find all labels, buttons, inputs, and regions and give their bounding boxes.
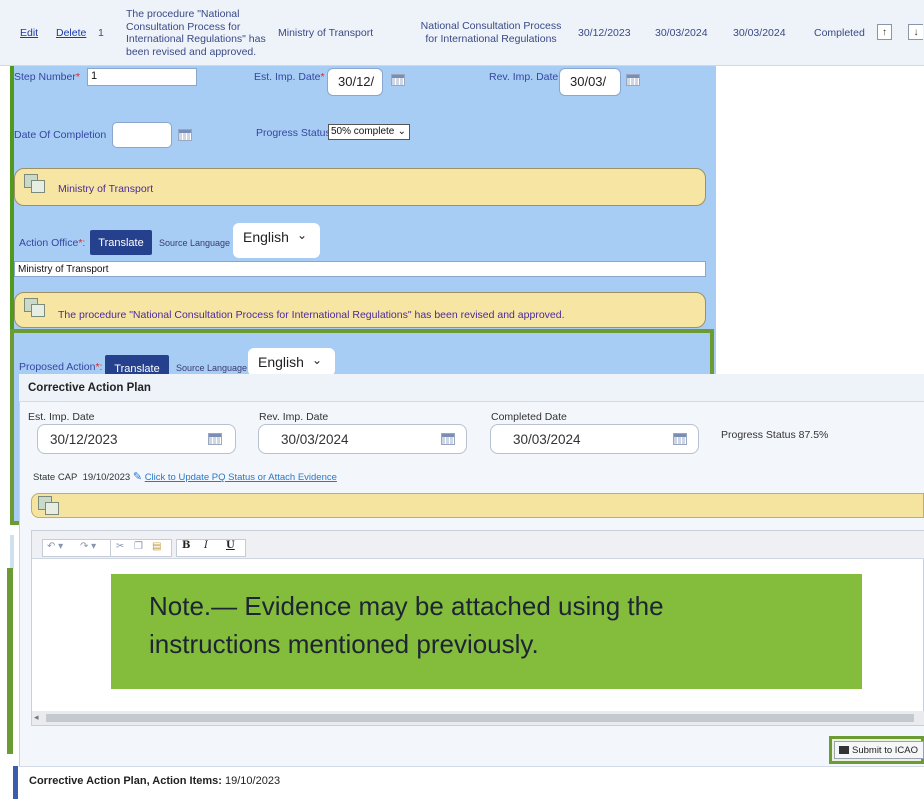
calendar-icon[interactable] bbox=[673, 433, 687, 445]
rev-date-cell: 30/03/2024 bbox=[655, 27, 708, 39]
description-line: The procedure "National bbox=[126, 8, 240, 20]
title-cell: National Consultation Process for Intern… bbox=[412, 0, 570, 66]
step-number-input[interactable]: 1 bbox=[87, 68, 197, 86]
office-cell: Ministry of Transport bbox=[278, 27, 374, 39]
progress-status-label: Progress Status bbox=[256, 127, 331, 139]
left-accent-green bbox=[7, 568, 13, 754]
edit-cell: Edit bbox=[20, 0, 38, 66]
translate-button[interactable]: Translate bbox=[90, 230, 152, 255]
description-cell: The procedure "National Consultation Pro… bbox=[126, 0, 276, 66]
required-mark: * bbox=[320, 71, 325, 83]
cap-completed-date-label: Completed Date bbox=[491, 411, 567, 423]
action-table-row: Edit Delete 1 The procedure "National Co… bbox=[0, 0, 924, 66]
rev-imp-date-input[interactable]: 30/03/ bbox=[559, 68, 621, 96]
scrollbar-thumb[interactable] bbox=[46, 714, 914, 722]
cut-icon[interactable]: ✂ bbox=[116, 541, 124, 552]
edit-icon[interactable]: ✎ bbox=[133, 471, 142, 483]
save-icon bbox=[839, 746, 849, 754]
delete-link[interactable]: Delete bbox=[56, 27, 86, 39]
description-line: been revised and approved. bbox=[126, 45, 257, 58]
source-language-select[interactable]: English ⌄ bbox=[233, 223, 320, 258]
state-cap-line: State CAP 19/10/2023 ✎ Click to Update P… bbox=[33, 470, 337, 483]
italic-button[interactable]: I bbox=[204, 540, 208, 551]
state-cap-date: 19/10/2023 bbox=[82, 472, 131, 483]
calendar-icon[interactable] bbox=[208, 433, 222, 445]
submit-label: Submit to ICAO bbox=[852, 744, 918, 756]
title-line: for International Regulations bbox=[425, 32, 557, 45]
description-line: Consultation Process for bbox=[126, 20, 241, 33]
step-number-label-text: Step Number bbox=[14, 71, 76, 83]
move-up-button[interactable]: ↑ bbox=[877, 24, 892, 40]
step-number-cell: 1 bbox=[98, 27, 104, 39]
progress-status-value: 50% complete bbox=[331, 126, 395, 137]
edit-link[interactable]: Edit bbox=[20, 27, 38, 39]
cap-action-items-date: 19/10/2023 bbox=[225, 775, 281, 787]
date-of-completion-input[interactable] bbox=[112, 122, 172, 148]
cap-est-date-input[interactable]: 30/12/2023 bbox=[37, 424, 236, 454]
status-cell: Completed bbox=[814, 27, 865, 39]
est-imp-date-input[interactable]: 30/12/ bbox=[327, 68, 383, 96]
scroll-left-icon[interactable]: ◂ bbox=[34, 712, 39, 723]
left-accent-light bbox=[10, 535, 14, 569]
copy-icon[interactable]: ❐ bbox=[134, 541, 143, 552]
bold-button[interactable]: B bbox=[182, 540, 190, 551]
calendar-icon[interactable] bbox=[391, 74, 405, 86]
note-line: instructions mentioned previously. bbox=[149, 629, 539, 659]
cap-title: Corrective Action Plan bbox=[28, 382, 151, 394]
progress-status-select[interactable]: 50% complete ⌄ bbox=[328, 124, 410, 140]
description-line: International Regulations" has bbox=[126, 33, 266, 45]
redo-icon[interactable]: ↷ ▾ bbox=[80, 541, 96, 552]
document-icon bbox=[24, 174, 46, 194]
cap-header bbox=[19, 374, 924, 402]
cap-rev-date-label: Rev. Imp. Date bbox=[259, 411, 329, 423]
delete-cell: Delete bbox=[56, 0, 86, 66]
submit-to-icao-button[interactable]: Submit to ICAO bbox=[834, 741, 924, 759]
undo-icon[interactable]: ↶ ▾ bbox=[47, 541, 63, 552]
cap-evidence-box bbox=[31, 493, 924, 518]
document-icon bbox=[38, 496, 60, 516]
action-office-label-text: Action Office bbox=[19, 237, 79, 249]
est-imp-date-label: Est. Imp. Date* bbox=[254, 71, 325, 83]
est-date-cell: 30/12/2023 bbox=[578, 27, 631, 39]
bottom-left-accent bbox=[13, 766, 18, 799]
est-imp-date-label-text: Est. Imp. Date bbox=[254, 71, 321, 83]
cap-action-items-row: Corrective Action Plan, Action Items: 19… bbox=[19, 766, 924, 799]
action-office-label: Action Office*: bbox=[19, 237, 85, 249]
update-pq-status-link[interactable]: Click to Update PQ Status or Attach Evid… bbox=[145, 472, 337, 483]
required-mark: * bbox=[75, 71, 80, 83]
cap-action-items-label: Corrective Action Plan, Action Items: bbox=[29, 775, 222, 787]
action-office-input[interactable]: Ministry of Transport bbox=[14, 261, 706, 277]
calendar-icon[interactable] bbox=[441, 433, 455, 445]
source-language-value: English bbox=[243, 229, 289, 245]
date-of-completion-label: Date Of Completion bbox=[14, 129, 107, 141]
source-language-label: Source Language bbox=[159, 238, 231, 248]
cap-est-date-label: Est. Imp. Date bbox=[28, 411, 95, 423]
calendar-icon[interactable] bbox=[626, 74, 640, 86]
office-display-text: Ministry of Transport bbox=[58, 183, 154, 195]
cap-action-items-title: Corrective Action Plan, Action Items: 19… bbox=[29, 775, 280, 787]
underline-button[interactable]: U bbox=[226, 540, 235, 551]
calendar-icon[interactable] bbox=[178, 129, 192, 141]
document-icon bbox=[24, 298, 46, 318]
chevron-down-icon: ⌄ bbox=[397, 126, 406, 137]
cap-progress-status: Progress Status 87.5% bbox=[721, 429, 829, 441]
rev-imp-date-label: Rev. Imp. Date bbox=[489, 71, 559, 83]
note-line: Note.— Evidence may be attached using th… bbox=[149, 591, 664, 621]
chevron-down-icon: ⌄ bbox=[297, 228, 308, 242]
paste-icon[interactable]: ▤ bbox=[152, 541, 161, 552]
proposed-text: The procedure "National Consultation Pro… bbox=[58, 309, 565, 321]
step-number-label: Step Number* bbox=[14, 71, 80, 83]
required-mark: *: bbox=[78, 237, 86, 249]
note-callout: Note.— Evidence may be attached using th… bbox=[111, 574, 862, 689]
state-cap-label: State CAP bbox=[33, 472, 78, 483]
cap-rev-date-input[interactable]: 30/03/2024 bbox=[258, 424, 467, 454]
completed-date-cell: 30/03/2024 bbox=[733, 27, 786, 39]
title-line: National Consultation Process bbox=[420, 20, 562, 32]
cap-completed-date-input[interactable]: 30/03/2024 bbox=[490, 424, 699, 454]
move-down-button[interactable]: ↓ bbox=[908, 24, 923, 40]
